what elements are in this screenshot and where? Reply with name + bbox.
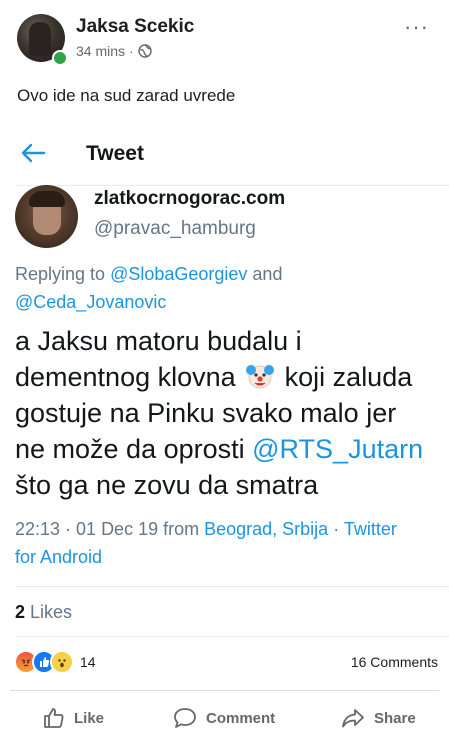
tweet-meta-divider — [15, 586, 449, 587]
post-text: Ovo ide na sud zarad uvrede — [17, 86, 236, 105]
share-label: Share — [374, 709, 416, 727]
tweet-nav: Tweet — [0, 118, 449, 188]
post-time[interactable]: 34 mins — [76, 43, 125, 59]
comment-icon — [174, 708, 196, 728]
tweet-likes: 2 Likes — [15, 602, 72, 623]
globe-icon — [138, 44, 152, 58]
tweet-line-3: gostuje na Pinku svako malo jer — [15, 398, 397, 428]
reply-user-1: @SlobaGeorgiev — [110, 264, 248, 284]
like-icon — [44, 708, 64, 728]
likes-divider — [15, 636, 449, 637]
clown-face-icon — [246, 365, 275, 389]
more-options-icon[interactable]: ··· — [404, 14, 429, 40]
tweet-line-4a: ne može da oprosti — [15, 434, 253, 464]
replying-prefix: Replying to — [15, 264, 111, 284]
tweet-nav-title: Tweet — [86, 142, 144, 165]
tweet-nav-divider — [17, 185, 449, 186]
comment-label: Comment — [206, 709, 276, 727]
post-meta: 34 mins · — [76, 43, 152, 59]
tweet-body: a Jaksu matoru budalu i dementnog klovna… — [15, 323, 423, 503]
tweet-author-avatar — [15, 185, 78, 248]
comment-button[interactable]: Comment — [172, 700, 275, 736]
wow-reaction-icon — [50, 650, 74, 674]
back-arrow-icon[interactable] — [20, 140, 46, 166]
tweet-handle: @pravac_hamburg — [94, 218, 256, 239]
tweet-timestamp: 22:13 · 01 Dec 19 from — [15, 519, 205, 539]
tweet-meta: 22:13 · 01 Dec 19 from Beograd, Srbija ·… — [15, 515, 397, 571]
tweet-line-4: ne može da oprosti @RTS_Jutarn — [15, 431, 423, 467]
tweet-line-1: a Jaksu matoru budalu i — [15, 326, 302, 356]
tweet-line-2: dementnog klovna koji zaluda — [15, 359, 423, 395]
like-button[interactable]: Like — [42, 700, 104, 736]
reactions-summary[interactable]: 14 — [14, 650, 96, 674]
share-button[interactable]: Share — [340, 700, 416, 736]
tweet-location: Beograd, Srbija — [204, 519, 329, 539]
online-status-dot — [52, 50, 68, 66]
likes-label: Likes — [25, 602, 73, 622]
comments-count[interactable]: 16 Comments — [351, 654, 438, 670]
actions-divider — [10, 690, 439, 691]
reply-user-2: @Ceda_Jovanovic — [15, 292, 167, 312]
post-author-name[interactable]: Jaksa Scekic — [76, 16, 194, 38]
reply-and: and — [247, 264, 283, 284]
tweet-screenshot[interactable]: Tweet zlatkocrnogorac.com @pravac_hambur… — [0, 118, 449, 596]
tweet-source-a: Twitter — [343, 519, 397, 539]
reaction-count: 14 — [80, 654, 96, 670]
share-icon — [342, 709, 364, 728]
tweet-line-2b: koji zaluda — [277, 362, 413, 392]
tweet-line-5: što ga ne zovu da smatra — [15, 470, 319, 500]
likes-count: 2 — [15, 602, 26, 622]
tweet-meta-sep: · — [328, 519, 344, 539]
post-header: Jaksa Scekic 34 mins · ··· — [0, 0, 449, 80]
like-label: Like — [74, 709, 105, 727]
tweet-display-name: zlatkocrnogorac.com — [94, 188, 286, 209]
tweet-source-b: for Android — [15, 547, 103, 567]
post-actions: Like Comment Share — [0, 700, 449, 736]
mention-rts: @RTS_Jutarn — [252, 434, 424, 464]
meta-separator: · — [129, 43, 134, 59]
tweet-line-2a: dementnog klovna — [15, 362, 244, 392]
replying-to: Replying to @SlobaGeorgiev and @Ceda_Jov… — [15, 260, 445, 316]
